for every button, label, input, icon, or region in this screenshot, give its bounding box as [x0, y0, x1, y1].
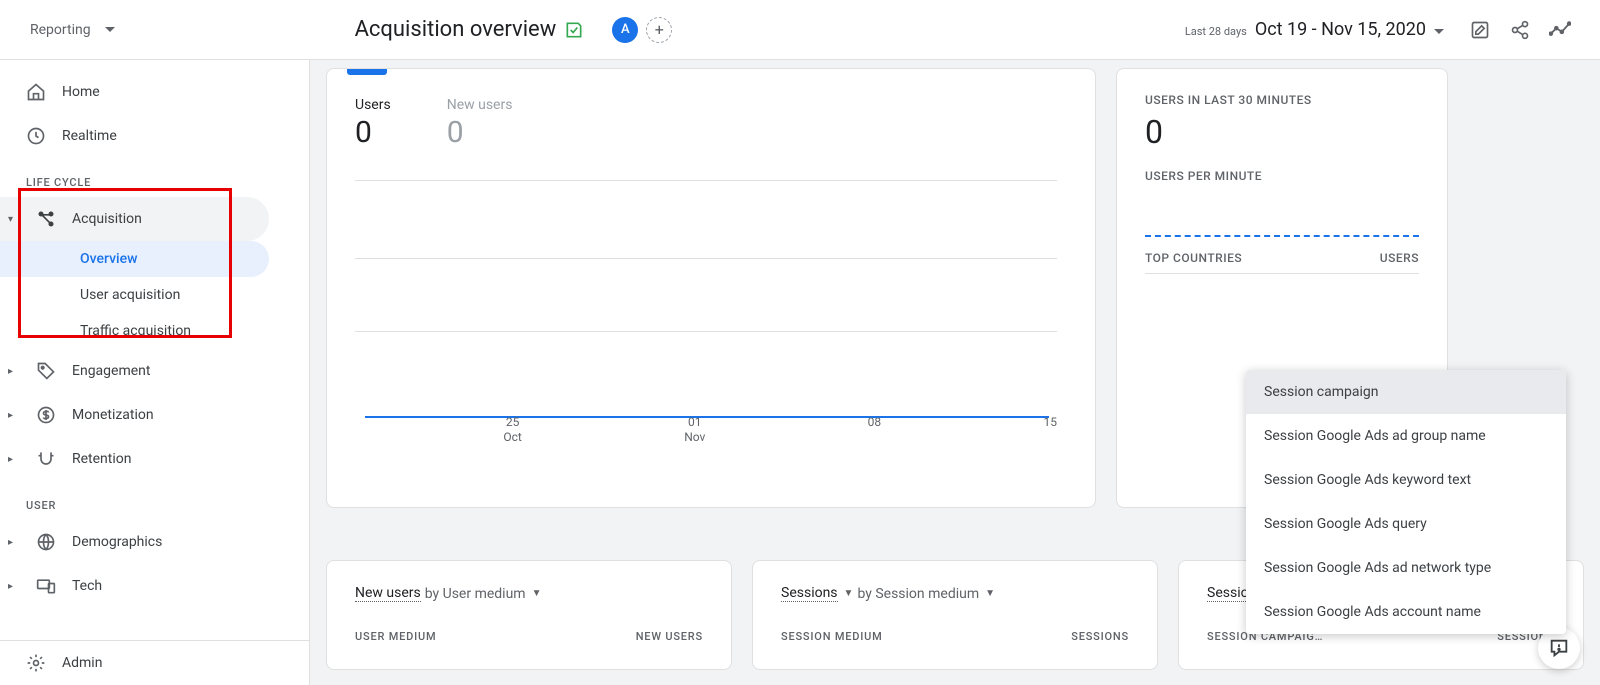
sidebar-item-traffic-acquisition[interactable]: Traffic acquisition — [0, 313, 269, 349]
sidebar-item-retention[interactable]: ▸ Retention — [0, 437, 269, 481]
magnet-icon — [36, 449, 56, 469]
x-tick: 08 — [868, 415, 882, 446]
col-header-left: USER MEDIUM — [355, 630, 436, 643]
dropdown-item[interactable]: Session Google Ads keyword text — [1246, 458, 1566, 502]
dropdown-item[interactable]: Session Google Ads account name — [1246, 590, 1566, 634]
sidebar-item-label: Monetization — [72, 407, 154, 423]
sidebar-item-home[interactable]: Home — [0, 70, 269, 114]
metric-tab-new-users[interactable]: New users 0 — [447, 97, 513, 150]
chart-area: 25Oct 01Nov 08 15 — [355, 180, 1067, 440]
x-tick: 01Nov — [684, 415, 705, 446]
clock-icon — [26, 126, 46, 146]
chevron-down-icon[interactable]: ▼ — [844, 588, 854, 599]
metric-tab-users[interactable]: Users 0 — [355, 97, 391, 150]
caret-right-icon: ▸ — [8, 410, 20, 421]
reporting-label: Reporting — [30, 22, 91, 38]
dropdown-item[interactable]: Session campaign — [1246, 370, 1566, 414]
sidebar-section-life-cycle: LIFE CYCLE — [0, 158, 309, 197]
realtime-title: USERS IN LAST 30 MINUTES — [1145, 93, 1419, 107]
metric-label: Users — [355, 97, 391, 113]
sidebar-item-label: Home — [62, 84, 100, 100]
sidebar-item-overview[interactable]: Overview — [0, 241, 269, 277]
date-range-label: Last 28 days — [1185, 25, 1247, 38]
card-dimension: by Session medium — [857, 586, 979, 602]
sidebar-section-user: USER — [0, 481, 309, 520]
insights-icon[interactable] — [1548, 18, 1572, 42]
content: Users 0 New users 0 25Oct 01Nov — [310, 60, 1600, 685]
sidebar-item-monetization[interactable]: ▸ Monetization — [0, 393, 269, 437]
globe-icon — [36, 532, 56, 552]
sidebar-item-label: Traffic acquisition — [80, 323, 191, 339]
x-tick: 15 — [1043, 415, 1057, 446]
dollar-icon — [36, 405, 56, 425]
sidebar: Home Realtime LIFE CYCLE ▾ Acquisition O… — [0, 60, 310, 685]
card-metric-link[interactable]: New users — [355, 585, 421, 602]
sidebar-item-label: User acquisition — [80, 287, 180, 303]
sidebar-item-demographics[interactable]: ▸ Demographics — [0, 520, 269, 564]
sidebar-item-label: Admin — [62, 655, 102, 671]
chevron-down-icon[interactable]: ▼ — [985, 588, 995, 599]
gear-icon — [26, 653, 46, 673]
reporting-dropdown[interactable]: Reporting — [30, 22, 115, 38]
caret-right-icon: ▸ — [8, 581, 20, 592]
x-tick: 25Oct — [503, 415, 521, 446]
sidebar-item-engagement[interactable]: ▸ Engagement — [0, 349, 269, 393]
sidebar-item-label: Retention — [72, 451, 132, 467]
metric-value: 0 — [355, 115, 391, 150]
verified-icon — [564, 20, 584, 40]
sidebar-item-label: Overview — [80, 251, 137, 267]
new-users-card: New users by User medium ▼ USER MEDIUM N… — [326, 560, 732, 670]
sidebar-item-realtime[interactable]: Realtime — [0, 114, 269, 158]
card-metric-link[interactable]: Sessions — [781, 585, 838, 602]
active-tab-indicator — [347, 69, 387, 75]
sidebar-item-acquisition[interactable]: ▾ Acquisition — [0, 197, 269, 241]
dimension-dropdown: Session campaign Session Google Ads ad g… — [1246, 370, 1566, 634]
sidebar-item-label: Tech — [72, 578, 102, 594]
sidebar-item-label: Demographics — [72, 534, 162, 550]
metric-label: New users — [447, 97, 513, 113]
col-header-right: SESSIONS — [1071, 630, 1129, 643]
metric-value: 0 — [447, 115, 513, 150]
home-icon — [26, 82, 46, 102]
col-header-left: TOP COUNTRIES — [1145, 251, 1242, 265]
users-chart-card: Users 0 New users 0 25Oct 01Nov — [326, 68, 1096, 508]
card-dimension: by User medium — [425, 586, 526, 602]
sidebar-item-tech[interactable]: ▸ Tech — [0, 564, 269, 608]
dropdown-item[interactable]: Session Google Ads ad network type — [1246, 546, 1566, 590]
page-title: Acquisition overview — [355, 17, 557, 42]
add-comparison-button[interactable]: + — [646, 17, 672, 43]
date-picker[interactable]: Last 28 days Oct 19 - Nov 15, 2020 — [1185, 19, 1444, 40]
acquisition-icon — [36, 209, 56, 229]
chevron-down-icon[interactable]: ▼ — [532, 588, 542, 599]
devices-icon — [36, 576, 56, 596]
sidebar-item-admin[interactable]: Admin — [0, 641, 269, 685]
dropdown-item[interactable]: Session Google Ads ad group name — [1246, 414, 1566, 458]
col-header-right: NEW USERS — [636, 630, 703, 643]
sidebar-item-user-acquisition[interactable]: User acquisition — [0, 277, 269, 313]
tag-icon — [36, 361, 56, 381]
caret-down-icon: ▾ — [8, 214, 20, 225]
caret-right-icon: ▸ — [8, 454, 20, 465]
sparkline-placeholder — [1145, 235, 1419, 237]
dropdown-item[interactable]: Session Google Ads query — [1246, 502, 1566, 546]
col-header-left: SESSION MEDIUM — [781, 630, 883, 643]
date-range-value: Oct 19 - Nov 15, 2020 — [1255, 19, 1426, 40]
header: Reporting Acquisition overview A + Last … — [0, 0, 1600, 60]
sidebar-item-label: Realtime — [62, 128, 117, 144]
caret-right-icon: ▸ — [8, 366, 20, 377]
chevron-down-icon — [105, 27, 115, 33]
sidebar-item-label: Engagement — [72, 363, 150, 379]
col-header-right: USERS — [1380, 251, 1419, 265]
chevron-down-icon — [1434, 29, 1444, 35]
sidebar-item-label: Acquisition — [72, 211, 142, 227]
share-icon[interactable] — [1508, 18, 1532, 42]
realtime-subtitle: USERS PER MINUTE — [1145, 169, 1419, 183]
realtime-value: 0 — [1145, 113, 1419, 151]
caret-right-icon: ▸ — [8, 537, 20, 548]
audience-badge[interactable]: A — [612, 17, 638, 43]
edit-icon[interactable] — [1468, 18, 1492, 42]
sessions-medium-card: Sessions ▼ by Session medium ▼ SESSION M… — [752, 560, 1158, 670]
